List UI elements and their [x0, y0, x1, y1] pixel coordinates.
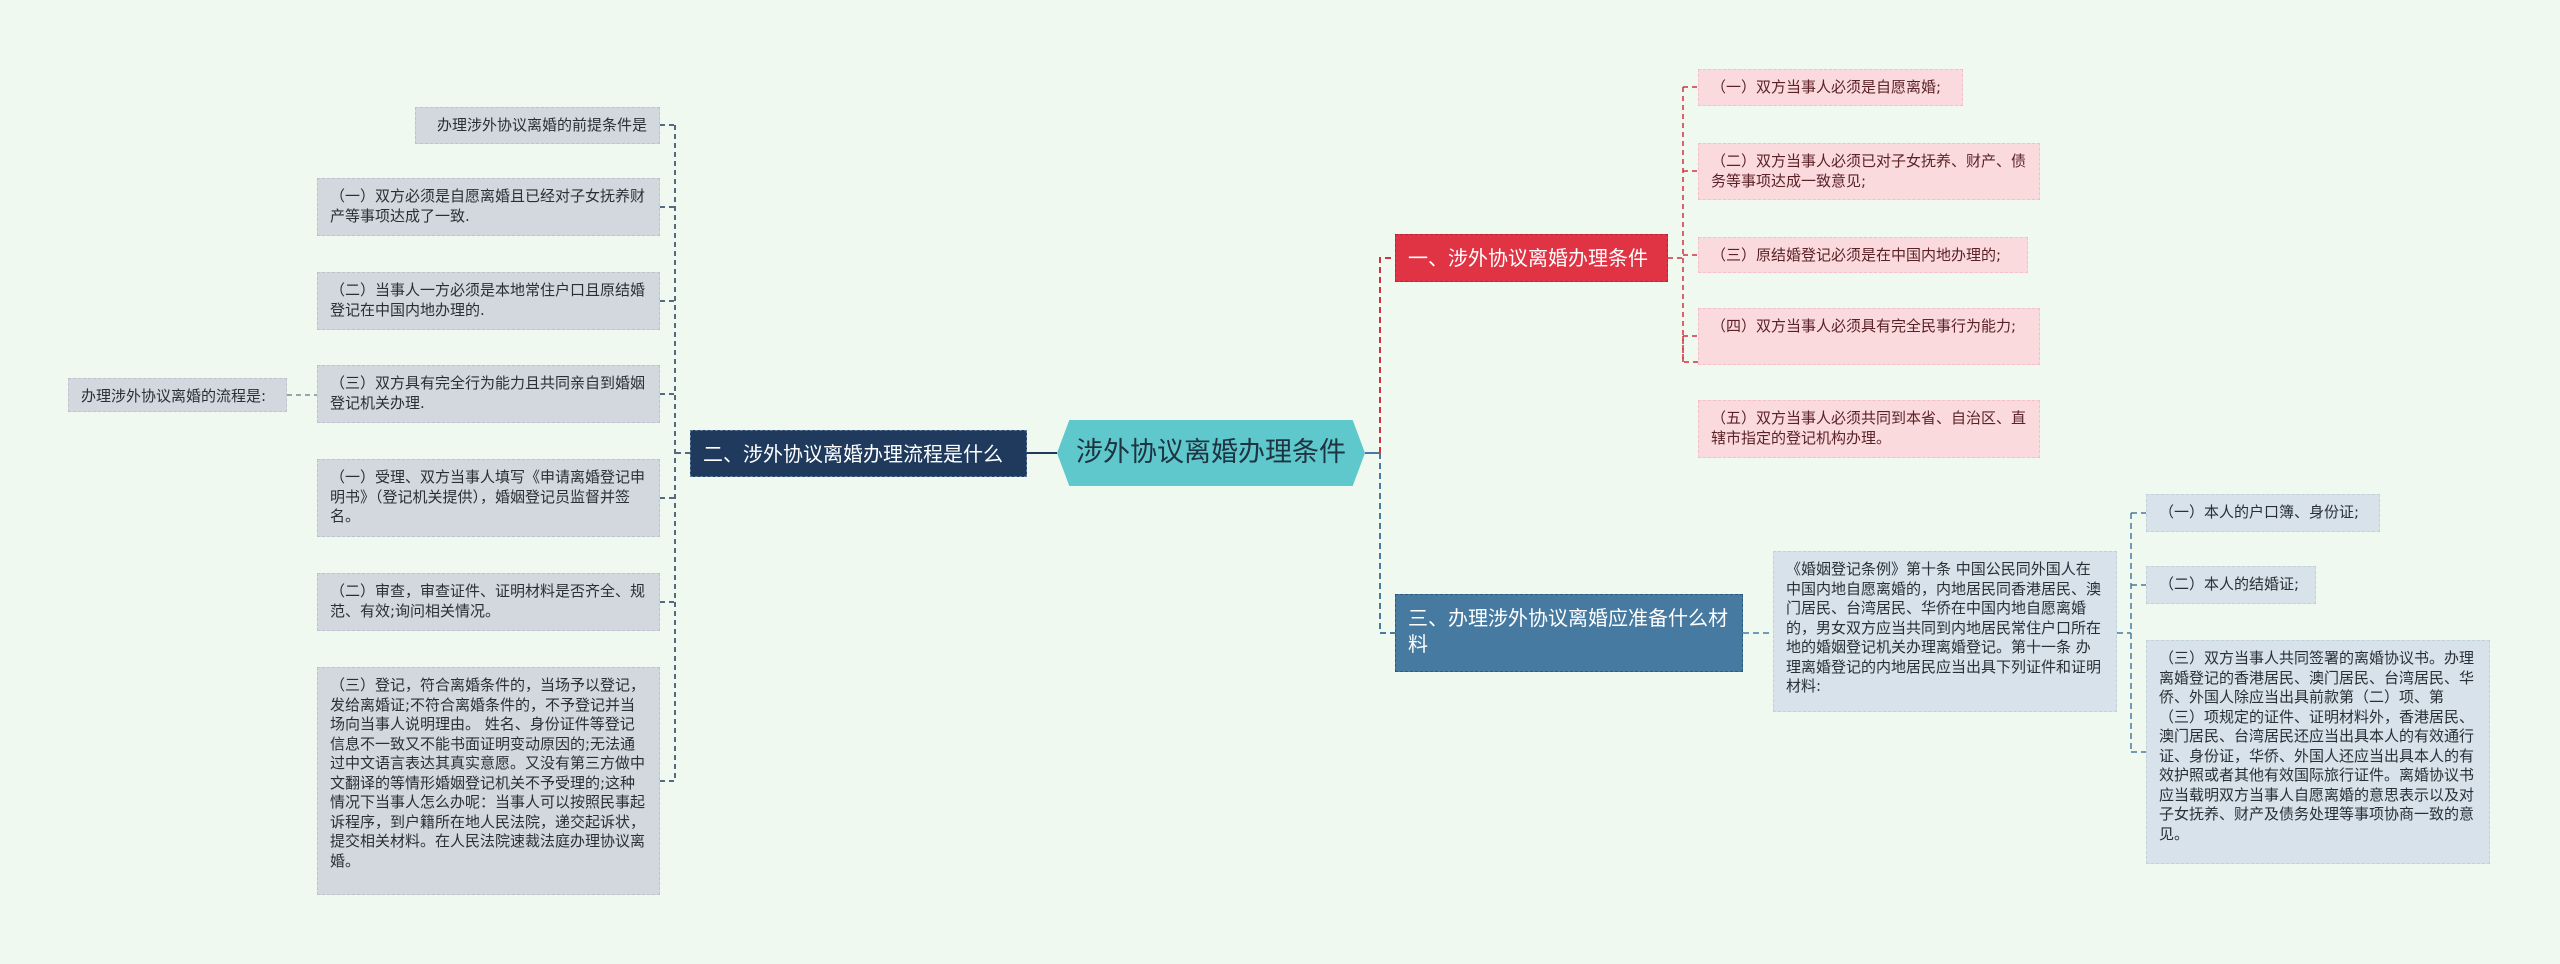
- condition-item[interactable]: （四）双方当事人必须具有完全民事行为能力;: [1698, 308, 2040, 365]
- condition-item[interactable]: （二）双方当事人必须已对子女抚养、财产、债务等事项达成一致意见;: [1698, 143, 2040, 200]
- condition-item-text: （一）双方当事人必须是自愿离婚;: [1711, 78, 1942, 96]
- process-item[interactable]: （一）双方必须是自愿离婚且已经对子女抚养财产等事项达成了一致.: [317, 178, 660, 236]
- materials-item[interactable]: （二）本人的结婚证;: [2146, 566, 2316, 604]
- process-item-text: （一）双方必须是自愿离婚且已经对子女抚养财产等事项达成了一致.: [330, 187, 646, 225]
- process-item-text: （二）审查，审查证件、证明材料是否齐全、规范、有效;询问相关情况。: [330, 582, 646, 620]
- condition-item-text: （四）双方当事人必须具有完全民事行为能力;: [1711, 317, 2017, 335]
- process-item-text: （三）双方具有完全行为能力且共同亲自到婚姻登记机关办理.: [330, 374, 646, 412]
- condition-item-text: （五）双方当事人必须共同到本省、自治区、直辖市指定的登记机构办理。: [1711, 409, 2027, 447]
- process-item-text: （一）受理、双方当事人填写《申请离婚登记申明书》（登记机关提供），婚姻登记员监督…: [330, 468, 646, 525]
- link-root-branch1: [1379, 257, 1395, 453]
- process-item[interactable]: 办理涉外协议离婚的前提条件是: [415, 107, 660, 144]
- process-item[interactable]: （三）登记，符合离婚条件的，当场予以登记，发给离婚证;不符合离婚条件的，不予登记…: [317, 667, 660, 895]
- materials-item-text: （三）双方当事人共同签署的离婚协议书。办理离婚登记的香港居民、澳门居民、台湾居民…: [2159, 649, 2475, 843]
- branch-process-label: 二、涉外协议离婚办理流程是什么: [703, 442, 1003, 466]
- condition-item-text: （二）双方当事人必须已对子女抚养、财产、债务等事项达成一致意见;: [1711, 152, 2027, 190]
- condition-item-text: （三）原结婚登记必须是在中国内地办理的;: [1711, 246, 2002, 264]
- process-item-text: （二）当事人一方必须是本地常住户口且原结婚登记在中国内地办理的.: [330, 281, 646, 319]
- links-branch1-leaves: [1668, 86, 1698, 363]
- process-sub-label-text: 办理涉外协议离婚的流程是:: [81, 387, 267, 405]
- process-item[interactable]: （三）双方具有完全行为能力且共同亲自到婚姻登记机关办理.: [317, 365, 660, 423]
- process-item-text: （三）登记，符合离婚条件的，当场予以登记，发给离婚证;不符合离婚条件的，不予登记…: [330, 676, 646, 870]
- materials-item[interactable]: （三）双方当事人共同签署的离婚协议书。办理离婚登记的香港居民、澳门居民、台湾居民…: [2146, 640, 2490, 864]
- process-item[interactable]: （二）当事人一方必须是本地常住户口且原结婚登记在中国内地办理的.: [317, 272, 660, 330]
- branch-materials[interactable]: 三、办理涉外协议离婚应准备什么材料: [1395, 594, 1743, 672]
- branch-process[interactable]: 二、涉外协议离婚办理流程是什么: [690, 430, 1027, 477]
- process-item[interactable]: （一）受理、双方当事人填写《申请离婚登记申明书》（登记机关提供），婚姻登记员监督…: [317, 459, 660, 537]
- materials-item[interactable]: （一）本人的户口簿、身份证;: [2146, 494, 2380, 532]
- root-topic[interactable]: 涉外协议离婚办理条件: [1057, 420, 1365, 486]
- condition-item[interactable]: （一）双方当事人必须是自愿离婚;: [1698, 69, 1963, 106]
- link-root-branch3: [1379, 453, 1395, 634]
- materials-intro[interactable]: 《婚姻登记条例》第十条 中国公民同外国人在中国内地自愿离婚的，内地居民同香港居民…: [1773, 551, 2117, 712]
- process-item[interactable]: （二）审查，审查证件、证明材料是否齐全、规范、有效;询问相关情况。: [317, 573, 660, 631]
- links-branch2-leaves: [660, 124, 690, 782]
- condition-item[interactable]: （五）双方当事人必须共同到本省、自治区、直辖市指定的登记机构办理。: [1698, 400, 2040, 458]
- process-sub-label[interactable]: 办理涉外协议离婚的流程是:: [68, 378, 287, 412]
- materials-item-text: （一）本人的户口簿、身份证;: [2159, 503, 2360, 521]
- branch-materials-label: 三、办理涉外协议离婚应准备什么材料: [1408, 606, 1728, 656]
- condition-item[interactable]: （三）原结婚登记必须是在中国内地办理的;: [1698, 237, 2028, 273]
- branch-conditions[interactable]: 一、涉外协议离婚办理条件: [1395, 234, 1668, 282]
- root-topic-label: 涉外协议离婚办理条件: [1076, 437, 1346, 469]
- materials-item-text: （二）本人的结婚证;: [2159, 575, 2300, 593]
- materials-intro-text: 《婚姻登记条例》第十条 中国公民同外国人在中国内地自愿离婚的，内地居民同香港居民…: [1786, 560, 2102, 695]
- branch-conditions-label: 一、涉外协议离婚办理条件: [1408, 246, 1648, 270]
- process-item-text: 办理涉外协议离婚的前提条件是: [436, 116, 647, 134]
